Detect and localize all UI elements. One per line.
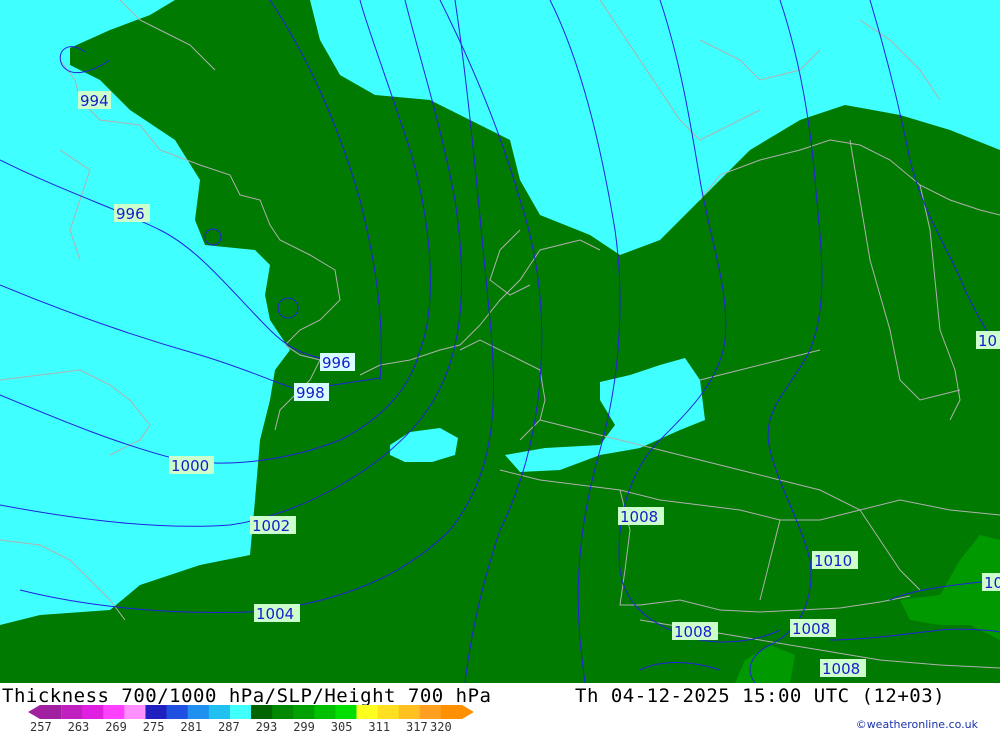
legend-tick-label: 281 — [180, 720, 203, 734]
weather-map: 994 996 996 998 1000 1002 1004 1008 1008… — [0, 0, 1000, 683]
svg-text:10: 10 — [978, 332, 997, 350]
legend-tick-label: 320 — [430, 720, 452, 734]
legend-tick-label: 293 — [255, 720, 278, 734]
legend-swatch — [335, 705, 357, 719]
legend-swatch — [398, 705, 421, 719]
svg-text:996: 996 — [116, 205, 145, 223]
legend-tick-label: 263 — [67, 720, 90, 734]
isobar-label-996-west: 996 — [114, 204, 150, 223]
svg-text:1008: 1008 — [792, 620, 830, 638]
isobar-label-1002: 1002 — [250, 516, 296, 535]
svg-text:10: 10 — [984, 574, 1000, 592]
legend-swatch — [251, 705, 273, 719]
isobar-label-996-coast: 996 — [320, 353, 355, 372]
svg-text:1008: 1008 — [822, 660, 860, 678]
svg-text:998: 998 — [296, 384, 325, 402]
legend-swatch — [419, 705, 442, 719]
isobar-label-1000: 1000 — [169, 456, 214, 475]
legend-swatch — [229, 705, 252, 719]
legend-tick-label: 269 — [105, 720, 127, 734]
isobar-label-1008-bottom: 1008 — [820, 659, 866, 678]
legend-tick-label: 299 — [293, 720, 315, 734]
svg-text:994: 994 — [80, 92, 109, 110]
legend-swatch — [28, 705, 62, 719]
legend-tick-label: 287 — [218, 720, 240, 734]
isobar-label-1010: 1010 — [812, 551, 858, 570]
legend-tick-label: 275 — [142, 720, 165, 734]
map-footer: Thickness 700/1000 hPa/SLP/Height 700 hP… — [0, 683, 1000, 734]
svg-text:1000: 1000 — [171, 457, 209, 475]
legend-swatch — [356, 705, 379, 719]
svg-text:1008: 1008 — [674, 623, 712, 641]
legend-swatch — [187, 705, 210, 719]
legend-swatch — [440, 705, 474, 719]
legend-tick-labels: 257 263 269 275 281 287 293 299 305 311 317 320 — [30, 720, 510, 734]
legend-swatch — [145, 705, 168, 719]
svg-text:996: 996 — [322, 354, 351, 372]
isobar-label-1008-center: 1008 — [618, 507, 664, 526]
svg-text:1010: 1010 — [814, 552, 852, 570]
legend-tick-label: 305 — [330, 720, 353, 734]
legend-swatch — [208, 705, 231, 719]
valid-time: Th 04-12-2025 15:00 UTC (12+03) — [575, 685, 946, 707]
isobar-label-edge-southeast: 10 — [982, 573, 1000, 592]
svg-text:1002: 1002 — [252, 517, 290, 535]
svg-text:1008: 1008 — [620, 508, 658, 526]
legend-tick-label: 311 — [368, 720, 391, 734]
legend-tick-label: 257 — [30, 720, 52, 734]
legend-tick-label: 317 — [406, 720, 428, 734]
legend-swatch — [314, 705, 336, 719]
legend-swatch — [61, 705, 83, 719]
legend-swatch — [377, 705, 400, 719]
legend-swatch — [166, 705, 189, 719]
legend-swatch — [272, 705, 294, 719]
credit-text: ©weatheronline.co.uk — [855, 718, 978, 731]
svg-text:1004: 1004 — [256, 605, 294, 623]
legend-swatch — [103, 705, 125, 719]
isobar-label-1008-southeast: 1008 — [790, 619, 836, 638]
legend-swatch — [82, 705, 104, 719]
isobar-label-1008-south: 1008 — [672, 622, 718, 641]
map-title: Thickness 700/1000 hPa/SLP/Height 700 hP… — [2, 685, 492, 707]
legend-swatch — [124, 705, 146, 719]
isobar-label-994: 994 — [78, 91, 111, 110]
isobar-label-1004: 1004 — [254, 604, 300, 623]
color-legend — [28, 705, 474, 719]
legend-swatch — [293, 705, 315, 719]
isobar-label-edge-east: 10 — [976, 331, 1000, 350]
isobar-label-998: 998 — [294, 383, 329, 402]
